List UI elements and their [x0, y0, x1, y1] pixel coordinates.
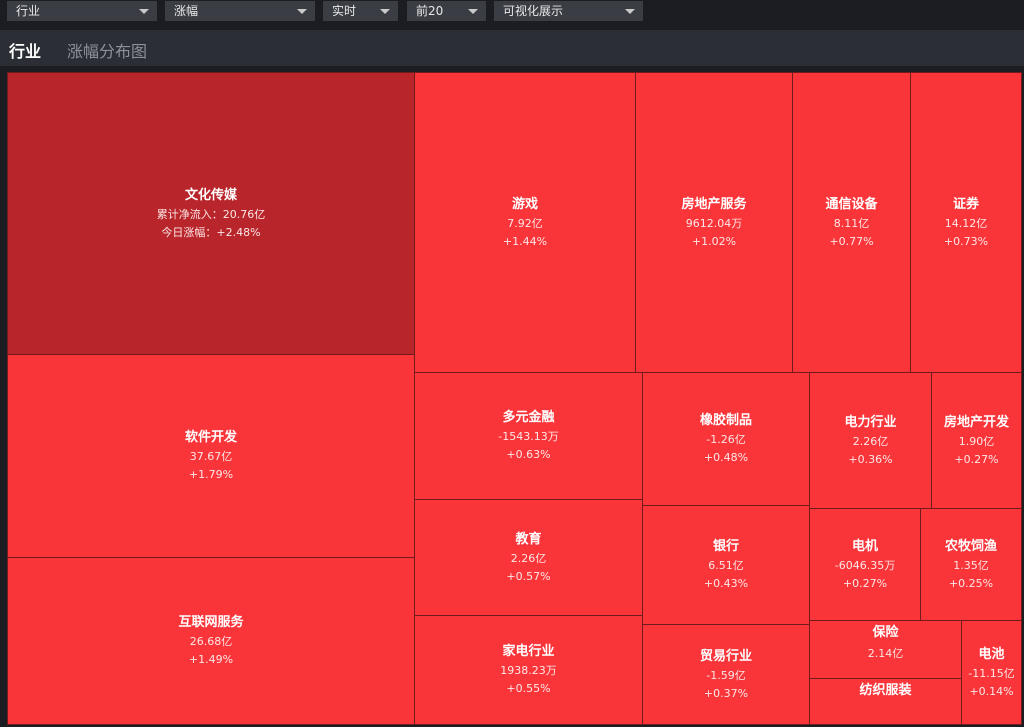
- tile-inflow: -1543.13万: [498, 430, 559, 443]
- tile-name: 家电行业: [502, 644, 555, 659]
- top-n-select-value: 前20: [416, 4, 444, 18]
- tile-change: +1.02%: [691, 234, 737, 248]
- period-select-value: 实时: [332, 4, 357, 18]
- tile-inflow: -11.15亿: [968, 666, 1015, 680]
- tile-youxi[interactable]: 游戏 7.92亿 +1.44%: [414, 72, 636, 373]
- tile-tongxin-shebei[interactable]: 通信设备 8.11亿 +0.77%: [792, 72, 911, 373]
- metric-select[interactable]: 涨幅: [165, 1, 315, 21]
- tile-inflow: 9612.04万: [685, 216, 743, 230]
- tile-change: +0.27%: [954, 452, 999, 466]
- tile-inflow: 2.26亿: [510, 551, 547, 565]
- tile-name: 文化传媒: [184, 187, 237, 203]
- chevron-down-icon: [625, 9, 635, 14]
- industry-select[interactable]: 行业: [7, 1, 157, 21]
- page-subtitle: 涨幅分布图: [67, 42, 148, 61]
- tile-inflow: 14.12亿: [944, 216, 988, 230]
- tile-change: +0.48%: [703, 451, 749, 464]
- tile-inflow: 1.35亿: [953, 558, 989, 572]
- tile-change: +0.37%: [703, 686, 749, 700]
- metric-select-value: 涨幅: [174, 4, 199, 18]
- tile-zhengquan[interactable]: 证券 14.12亿 +0.73%: [910, 72, 1022, 373]
- tile-name: 电力行业: [844, 414, 897, 430]
- tile-name: 电机: [851, 538, 878, 554]
- tile-inflow: 6.51亿: [708, 559, 744, 572]
- tile-change: +0.63%: [506, 448, 551, 461]
- tile-name: 房地产开发: [943, 414, 1009, 430]
- tile-jiaoyu[interactable]: 教育 2.26亿 +0.57%: [414, 499, 643, 616]
- tile-inflow: 26.68亿: [189, 635, 233, 648]
- chevron-down-icon: [380, 9, 390, 14]
- tile-dianli-hangye[interactable]: 电力行业 2.26亿 +0.36%: [809, 372, 932, 509]
- tile-inflow: 7.92亿: [507, 216, 543, 230]
- tile-yinhang[interactable]: 银行 6.51亿 +0.43%: [642, 505, 810, 625]
- tile-change: +0.43%: [703, 577, 749, 590]
- tile-inflow: -1.59亿: [706, 668, 746, 682]
- page-title: 行业: [9, 42, 42, 61]
- tile-wenhua-chuanmei[interactable]: 文化传媒 累计净流入：20.76亿 今日涨幅：+2.48%: [7, 72, 415, 355]
- tile-inflow: -1.26亿: [706, 433, 746, 446]
- tile-change: +0.57%: [506, 569, 551, 583]
- tile-inflow: 37.67亿: [189, 450, 233, 463]
- tile-change: +0.14%: [969, 684, 1014, 698]
- tile-inflow: 1938.23万: [500, 664, 557, 677]
- tile-change: +1.44%: [502, 234, 548, 248]
- tile-inflow: 2.26亿: [852, 434, 889, 448]
- tile-change: +0.55%: [506, 682, 551, 695]
- tile-name: 纺织服装: [859, 683, 912, 698]
- top-n-select[interactable]: 前20: [407, 1, 486, 21]
- tile-change: +0.77%: [829, 234, 874, 248]
- tile-name: 游戏: [511, 196, 538, 212]
- tile-hulianwang-fuwu[interactable]: 互联网服务 26.68亿 +1.49%: [7, 557, 415, 725]
- chevron-down-icon: [139, 9, 149, 14]
- tile-fangzhi-fuzhuang[interactable]: 纺织服装: [809, 678, 962, 725]
- tile-maoyi-hangye[interactable]: 贸易行业 -1.59亿 +0.37%: [642, 624, 810, 725]
- tile-name: 软件开发: [184, 430, 237, 445]
- tile-duoyuan-jinrong[interactable]: 多元金融 -1543.13万 +0.63%: [414, 372, 643, 500]
- tile-dianchi[interactable]: 电池 -11.15亿 +0.14%: [961, 620, 1022, 725]
- tile-name: 通信设备: [825, 196, 878, 212]
- tile-change: +0.36%: [848, 452, 893, 466]
- view-select-value: 可视化展示: [503, 4, 564, 18]
- tile-fangdichan-fuwu[interactable]: 房地产服务 9612.04万 +1.02%: [635, 72, 793, 373]
- period-select[interactable]: 实时: [323, 1, 398, 21]
- tile-name: 教育: [515, 531, 542, 547]
- tile-nongmu-siyu[interactable]: 农牧饲渔 1.35亿 +0.25%: [920, 508, 1022, 621]
- tile-fangdichan-kaifa[interactable]: 房地产开发 1.90亿 +0.27%: [931, 372, 1022, 509]
- tile-name: 互联网服务: [178, 615, 244, 630]
- tile-inflow: 累计净流入：20.76亿: [156, 207, 266, 221]
- tile-name: 贸易行业: [699, 648, 752, 664]
- tile-name: 银行: [712, 539, 739, 554]
- tile-name: 橡胶制品: [699, 413, 752, 428]
- chevron-down-icon: [468, 9, 478, 14]
- tile-inflow: -6046.35万: [834, 558, 896, 572]
- tile-change: +1.49%: [188, 653, 234, 666]
- view-select[interactable]: 可视化展示: [494, 1, 643, 21]
- tile-inflow: 8.11亿: [833, 216, 870, 230]
- tile-name: 电池: [978, 646, 1005, 662]
- tile-xiangjiao-zhipin[interactable]: 橡胶制品 -1.26亿 +0.48%: [642, 372, 810, 506]
- industry-treemap: 文化传媒 累计净流入：20.76亿 今日涨幅：+2.48% 软件开发 37.67…: [7, 72, 1022, 725]
- tile-baoxian[interactable]: 保险 2.14亿: [809, 620, 962, 679]
- industry-select-value: 行业: [16, 4, 41, 18]
- tile-inflow: 1.90亿: [958, 434, 995, 448]
- tile-jiadian-hangye[interactable]: 家电行业 1938.23万 +0.55%: [414, 615, 643, 725]
- tile-change: +0.25%: [948, 576, 994, 590]
- tile-change: +0.73%: [943, 234, 989, 248]
- chevron-down-icon: [297, 9, 307, 14]
- tile-change: 今日涨幅：+2.48%: [161, 225, 261, 239]
- tile-ruanjian-kaifa[interactable]: 软件开发 37.67亿 +1.79%: [7, 354, 415, 558]
- title-bar: 行业 涨幅分布图: [0, 30, 1024, 66]
- tile-change: +1.79%: [188, 468, 234, 481]
- tile-dianji[interactable]: 电机 -6046.35万 +0.27%: [809, 508, 921, 621]
- tile-name: 农牧饲渔: [944, 538, 997, 554]
- tile-name: 证券: [952, 196, 979, 212]
- tile-name: 房地产服务: [681, 196, 747, 212]
- filter-bar: 行业 涨幅 实时 前20 可视化展示: [0, 0, 1024, 30]
- tile-name: 多元金融: [502, 410, 555, 425]
- tile-inflow: 2.14亿: [867, 647, 904, 660]
- tile-name: 保险: [872, 625, 899, 640]
- tile-change: +0.27%: [842, 576, 888, 590]
